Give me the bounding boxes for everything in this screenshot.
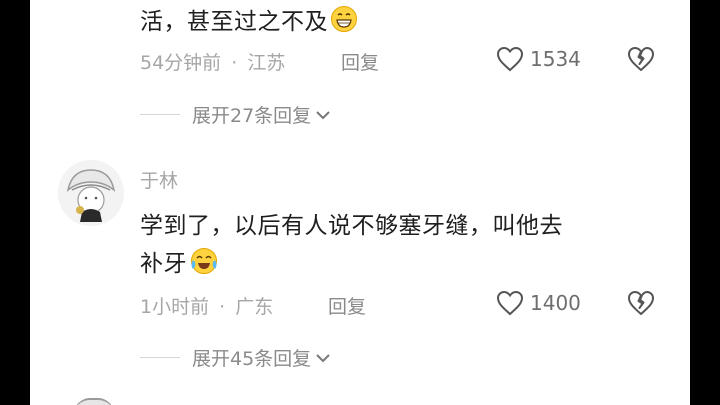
broken-heart-icon [628, 47, 654, 71]
comment-meta: 1小时前 · 广东 [140, 296, 274, 318]
like-button[interactable]: 1534 [496, 46, 581, 72]
comment-text-line: 学到了，以后有人说不够塞牙缝，叫他去 [140, 213, 563, 239]
comment-text-line: 活，甚至过之不及 [140, 2, 358, 39]
heart-icon [496, 290, 524, 316]
avatar[interactable] [58, 160, 124, 226]
expand-divider-line [140, 114, 180, 115]
dislike-button[interactable] [626, 46, 656, 76]
like-button[interactable]: 1400 [496, 290, 581, 316]
expand-replies[interactable]: 展开27条回复 [140, 101, 331, 128]
reply-button[interactable]: 回复 [341, 48, 379, 75]
heart-icon [496, 46, 524, 72]
comment-panel: 活，甚至过之不及 54分钟前 · 江苏 回复 1534 展开27条回复 于林 学… [30, 0, 690, 405]
comment-meta: 54分钟前 · 江苏 [140, 52, 286, 74]
dislike-button[interactable] [626, 290, 656, 320]
username[interactable]: 于林 [140, 166, 178, 193]
chevron-down-icon [316, 353, 330, 362]
reply-button[interactable]: 回复 [328, 292, 366, 319]
chevron-down-icon [316, 110, 330, 119]
crying-laughing-emoji-icon [189, 247, 219, 281]
comment-text-line: 补牙 [140, 244, 219, 281]
avatar[interactable] [74, 398, 114, 405]
expand-replies[interactable]: 展开45条回复 [140, 344, 331, 371]
expand-divider-line [140, 357, 180, 358]
grin-emoji-icon [330, 5, 358, 39]
broken-heart-icon [628, 291, 654, 315]
